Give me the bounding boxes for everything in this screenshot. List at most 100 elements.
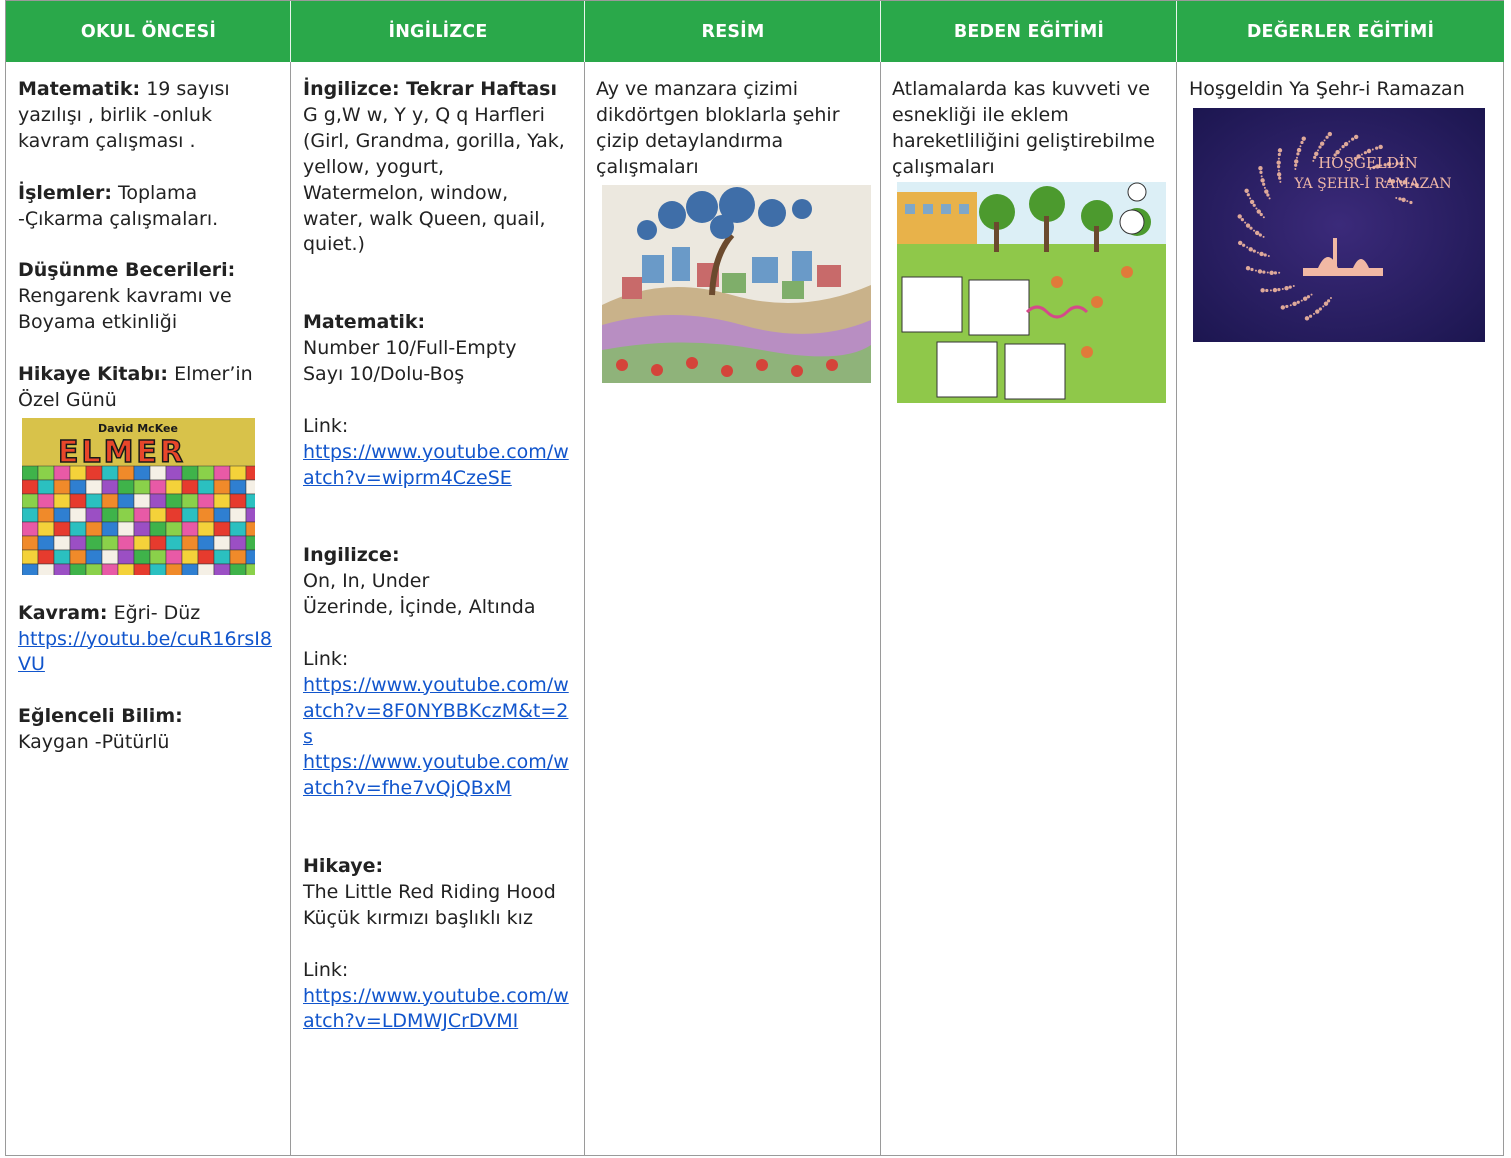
sparkle-dot (1258, 233, 1262, 237)
sparkle-dot (1277, 148, 1283, 153)
okul-matematik-paragraph: Matematik: 19 sayısı yazılışı , birlik -… (18, 77, 280, 155)
sparkle-dot (1296, 147, 1302, 153)
sparkle-dot (1378, 144, 1383, 150)
cell-degerler-egitimi: Hoşgeldin Ya Şehr-i Ramazan HOŞGELDİN YA… (1189, 77, 1489, 342)
sparkle-dot (1288, 285, 1292, 289)
sparkle-dot (1264, 189, 1269, 194)
ing-matematik-paragraph: Matematik: Number 10/Full-Empty Sayı 10/Do… (303, 310, 569, 388)
patchwork-square (197, 563, 215, 575)
sparkle-dot (1269, 270, 1274, 275)
header-divider (584, 1, 585, 62)
sparkle-dot (1375, 146, 1379, 150)
sparkle-dot (1353, 134, 1359, 140)
playground-jumping-illustration (897, 181, 1166, 403)
sparkle-dot (1326, 299, 1331, 303)
patchwork-square (245, 563, 255, 575)
sparkle-dot (1313, 155, 1317, 159)
patchwork-square (69, 479, 87, 494)
sparkle-dot (1296, 300, 1300, 304)
sparkle-dot (1339, 148, 1342, 151)
okul-dusunme-text: Rengarenk kavramı ve Boyama etkinliği (18, 285, 232, 334)
kavram-video-link[interactable]: https://youtu.be/cuR16rsI8VU (18, 628, 272, 676)
sparkle-dot (1285, 304, 1289, 308)
patchwork-square (85, 563, 103, 575)
sparkle-dot (1260, 178, 1265, 183)
okul-bilim-label: Eğlenceli Bilim: (18, 705, 183, 728)
sparkle-dot (1249, 199, 1255, 205)
okul-kavram-paragraph: Kavram: Eğri- Düz https://youtu.be/cuR16r… (18, 601, 280, 679)
sparkle-dot (1269, 289, 1272, 292)
patchwork-square (181, 535, 199, 550)
patchwork-square (149, 493, 167, 508)
sparkle-dot (1294, 159, 1299, 164)
patchwork-square (229, 507, 247, 522)
ramazan-banner-image: HOŞGELDİN YA ŞEHR-İ RAMAZAN (1193, 107, 1485, 342)
patchwork-square (245, 549, 255, 564)
patchwork-square (22, 479, 39, 494)
sparkle-dot (1256, 251, 1259, 254)
patchwork-square (213, 521, 231, 536)
ing-link3-paragraph: Link: https://www.youtube.com/watch?v=LDM… (303, 958, 569, 1036)
sparkle-dot (1253, 229, 1256, 232)
header-resim: RESİM (585, 1, 881, 62)
sparkle-dot (1289, 304, 1292, 307)
sparkle-dot (1259, 212, 1263, 216)
sparkle-dot (1268, 197, 1271, 200)
prepositions-video-link-2[interactable]: https://www.youtube.com/watch?v=fhe7vQjQ… (303, 751, 569, 799)
patchwork-square (101, 563, 119, 575)
sparkle-dot (1248, 247, 1253, 252)
patchwork-square (229, 465, 247, 480)
sparkle-dot (1267, 254, 1270, 257)
sparkle-dot (1246, 246, 1249, 249)
sparkle-dot (1317, 149, 1320, 152)
sparkle-dot (1323, 301, 1329, 306)
patchwork-square (85, 493, 103, 508)
sparkle-dot (1240, 217, 1244, 222)
ing-ingilizce-paragraph: Ingilizce: On, In, Under Üzerinde, İçinde,… (303, 543, 569, 621)
patchwork-square (117, 563, 135, 575)
patchwork-square (85, 549, 103, 564)
patchwork-square (85, 479, 103, 494)
story-video-link[interactable]: https://www.youtube.com/watch?v=LDMWJCrD… (303, 985, 569, 1033)
sparkle-dot (1257, 269, 1263, 274)
ing-hikaye-line2: Küçük kırmızı başlıklı kız (303, 906, 533, 929)
sparkle-dot (1252, 203, 1256, 207)
book-author: David McKee (98, 422, 178, 435)
patchwork-square (213, 549, 231, 564)
patchwork-square (197, 479, 215, 494)
matematik-video-link[interactable]: https://www.youtube.com/watch?v=wiprm4Cz… (303, 441, 569, 489)
sparkle-dot (1278, 271, 1281, 274)
patchwork-square (85, 535, 103, 550)
sparkle-dot (1277, 157, 1280, 160)
patchwork-square (181, 479, 199, 494)
patchwork-square (165, 493, 183, 508)
sparkle-dot (1310, 293, 1313, 296)
patchwork-square (181, 563, 199, 575)
okul-dusunme-paragraph: Düşünme Becerileri: Rengarenk kavramı ve … (18, 258, 280, 336)
sparkle-dot (1294, 163, 1298, 167)
ing-matematik-label: Matematik: (303, 311, 426, 334)
patchwork-square (101, 493, 119, 508)
sparkle-dot (1260, 175, 1263, 178)
patchwork-square (37, 479, 55, 494)
sparkle-dot (1308, 314, 1313, 318)
patchwork-square (229, 549, 247, 564)
ing-hikaye-label: Hikaye: (303, 855, 384, 878)
header-divider (1176, 1, 1177, 62)
sparkle-dot (1395, 196, 1398, 199)
header-ingilizce: İNGİLİZCE (291, 1, 585, 62)
okul-bilim-paragraph: Eğlenceli Bilim: Kaygan -Pütürlü (18, 704, 280, 756)
sparkle-dot (1319, 141, 1325, 146)
ing-ingilizce-label: Ingilizce: (303, 544, 400, 567)
link-label: Link: (303, 414, 349, 437)
link-label: Link: (303, 958, 349, 981)
patchwork-square (22, 507, 39, 522)
elmer-book-cover-image: David McKee ELMER (22, 417, 255, 575)
sparkle-dot (1237, 240, 1243, 246)
patchwork-square (197, 507, 215, 522)
sparkle-dot (1262, 270, 1266, 274)
patchwork-square (53, 535, 71, 550)
column-divider (880, 62, 881, 1155)
patchwork-square (37, 507, 55, 522)
prepositions-video-link[interactable]: https://www.youtube.com/watch?v=8F0NYBBK… (303, 674, 569, 748)
